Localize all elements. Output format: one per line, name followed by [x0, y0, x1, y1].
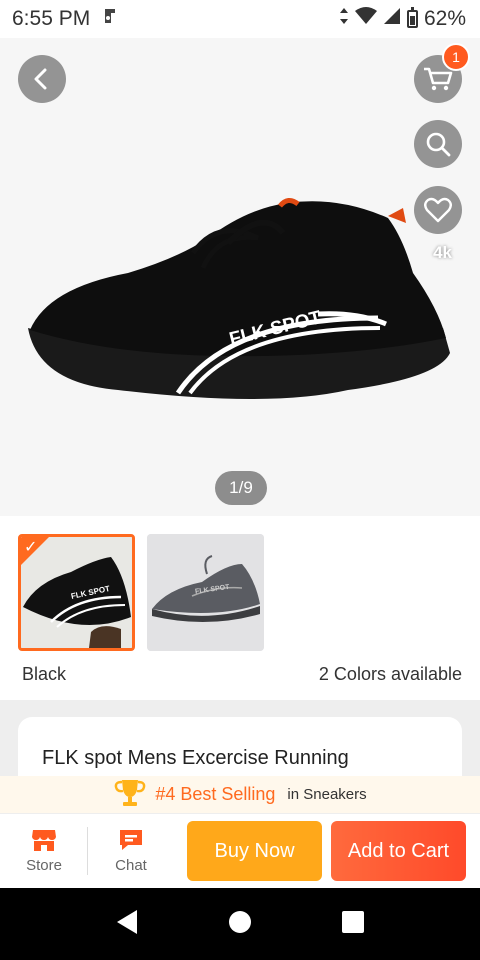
variant-image-gray: FLK SPOT [147, 534, 264, 651]
search-icon [426, 132, 451, 157]
nav-back-button[interactable] [115, 909, 139, 940]
store-button[interactable]: Store [6, 828, 82, 874]
add-to-cart-button[interactable]: Add to Cart [331, 821, 466, 881]
checkmark-icon: ✓ [24, 539, 38, 556]
nav-home-button[interactable] [228, 910, 252, 939]
best-selling-category: in Sneakers [287, 786, 367, 803]
product-image: FLK SPOT [28, 198, 450, 399]
color-variant-list: FLK SPOT ✓ FLK SPOT [18, 534, 264, 651]
store-icon [32, 830, 56, 851]
recents-square-icon [342, 910, 365, 933]
cart-count-badge: 1 [442, 43, 470, 71]
back-button[interactable] [18, 55, 66, 103]
colors-available-label[interactable]: 2 Colors available [319, 664, 462, 685]
chevron-left-icon [34, 68, 47, 90]
nav-divider [87, 827, 88, 875]
variant-thumb-black[interactable]: FLK SPOT ✓ [18, 534, 135, 651]
battery-icon [406, 7, 418, 28]
status-bar: 6:55 PM 62% [0, 0, 480, 38]
wishlist-button[interactable] [414, 186, 462, 234]
selected-color-label: Black [22, 664, 67, 684]
best-selling-rank: #4 Best Selling [155, 784, 276, 804]
heart-icon [424, 197, 452, 223]
store-label: Store [26, 857, 62, 874]
wishlist-count: 4k [433, 243, 452, 262]
chat-label: Chat [115, 857, 147, 874]
best-selling-bar[interactable]: #4 Best Selling in Sneakers [0, 776, 480, 814]
back-triangle-icon [116, 909, 137, 934]
notification-icon [102, 7, 118, 31]
data-arrows-icon [339, 7, 349, 31]
image-pager: 1/9 [215, 471, 267, 505]
buy-now-button[interactable]: Buy Now [187, 821, 322, 881]
variant-thumb-gray[interactable]: FLK SPOT [147, 534, 264, 651]
cart-icon [424, 67, 453, 91]
chat-icon [120, 830, 142, 850]
home-circle-icon [228, 910, 251, 933]
variant-info-row: Black 2 Colors available [22, 664, 462, 685]
status-time: 6:55 PM [12, 7, 91, 30]
system-nav-bar [0, 888, 480, 960]
product-title: FLK spot Mens Excercise Running [42, 747, 349, 769]
product-image-gallery[interactable]: FLK SPOT 1 4k 1/9 [0, 38, 480, 516]
bottom-action-bar: Store Chat Buy Now Add to Cart [0, 814, 480, 888]
battery-percent: 62% [423, 7, 466, 30]
wifi-icon [354, 7, 377, 31]
trophy-icon [113, 777, 147, 812]
signal-icon [383, 7, 401, 31]
chat-button[interactable]: Chat [93, 828, 169, 874]
nav-recents-button[interactable] [341, 910, 365, 939]
search-button[interactable] [414, 120, 462, 168]
